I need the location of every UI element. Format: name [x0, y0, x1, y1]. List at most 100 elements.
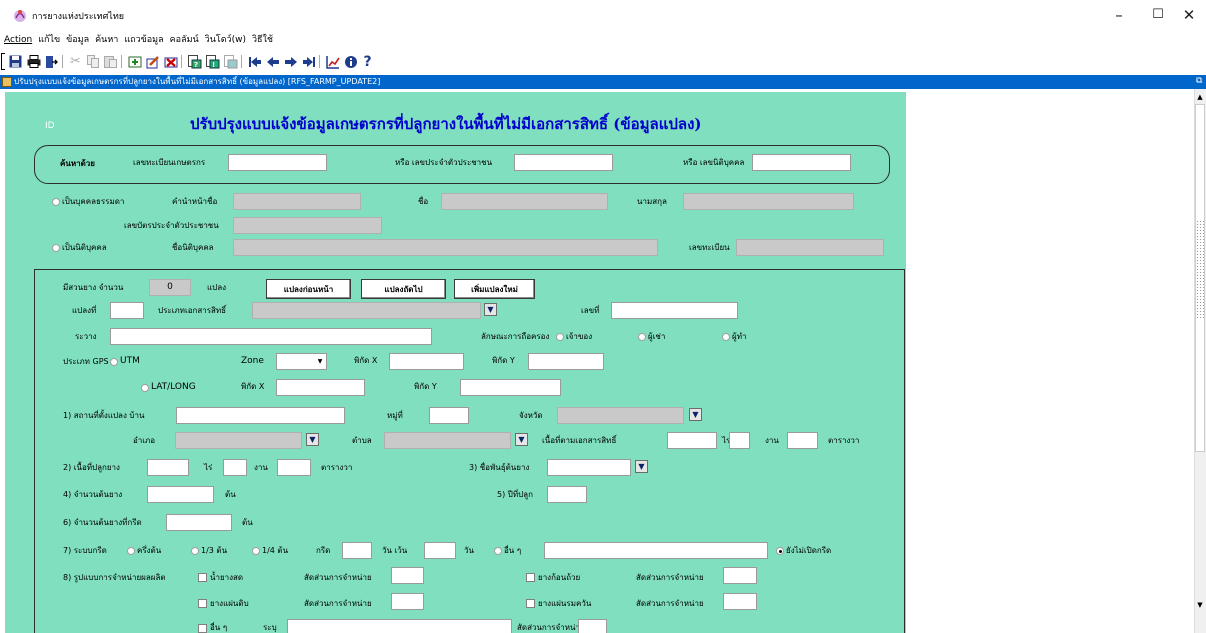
help-icon[interactable]: ?: [359, 53, 376, 70]
district-dropdown-icon[interactable]: ▼: [306, 433, 319, 446]
add-plot-button[interactable]: เพิ่มแปลงใหม่: [454, 279, 535, 299]
tap-days-input[interactable]: [342, 542, 372, 559]
cut-icon[interactable]: ✂: [67, 53, 84, 70]
menu-edit[interactable]: แก้ไข: [35, 32, 63, 48]
prefix-input[interactable]: [233, 193, 361, 210]
planted-ngan-input[interactable]: [223, 459, 247, 476]
district-input[interactable]: [175, 432, 302, 449]
province-input[interactable]: [557, 407, 684, 424]
latex-checkbox[interactable]: [198, 573, 207, 582]
doc-area-rai-input[interactable]: [667, 432, 717, 449]
tree-count-input[interactable]: [147, 486, 214, 503]
firstname-input[interactable]: [441, 193, 608, 210]
info-icon[interactable]: [342, 53, 359, 70]
natural-person-radio[interactable]: [52, 198, 60, 206]
cup-lump-ratio-input[interactable]: [723, 567, 757, 584]
zone-dropdown-icon[interactable]: ▼: [314, 354, 326, 369]
latex-ratio-input[interactable]: [391, 567, 424, 584]
paste-icon[interactable]: [102, 53, 119, 70]
insert-record-icon[interactable]: [126, 53, 143, 70]
previous-plot-button[interactable]: แปลงก่อนหน้า: [266, 279, 351, 299]
edit-record-icon[interactable]: [144, 53, 161, 70]
first-record-icon[interactable]: [246, 53, 263, 70]
save-icon[interactable]: [7, 53, 24, 70]
latlong-y-input[interactable]: [460, 379, 561, 396]
previous-record-icon[interactable]: [264, 53, 281, 70]
variety-input[interactable]: [547, 459, 631, 476]
tenure-operator-radio[interactable]: [722, 333, 730, 341]
chart-icon[interactable]: [324, 53, 341, 70]
next-plot-button[interactable]: แปลงถัดไป: [361, 279, 446, 299]
maximize-button[interactable]: ☐: [1145, 4, 1171, 26]
number-input[interactable]: [611, 302, 738, 319]
planted-sqwa-input[interactable]: [277, 459, 311, 476]
minimize-button[interactable]: –: [1106, 4, 1132, 26]
skip-days-input[interactable]: [424, 542, 456, 559]
exit-icon[interactable]: [43, 53, 60, 70]
doc-type-input[interactable]: [252, 302, 481, 319]
boundary-input[interactable]: [110, 328, 432, 345]
village-input[interactable]: [176, 407, 345, 424]
next-record-icon[interactable]: [282, 53, 299, 70]
scroll-up-icon[interactable]: ▲: [1195, 92, 1205, 102]
planted-rai-input[interactable]: [147, 459, 189, 476]
subdistrict-input[interactable]: [384, 432, 511, 449]
juristic-person-radio[interactable]: [52, 244, 60, 252]
menu-window[interactable]: วินโดว์(w): [202, 32, 249, 48]
other-sale-checkbox[interactable]: [198, 624, 207, 633]
other-sale-ratio-input[interactable]: [578, 619, 607, 633]
smoked-sheet-checkbox[interactable]: [526, 599, 535, 608]
latlong-radio[interactable]: [141, 384, 149, 392]
last-record-icon[interactable]: [300, 53, 317, 70]
lastname-input[interactable]: [683, 193, 854, 210]
menu-record[interactable]: แถวข้อมูล: [121, 32, 166, 48]
doc-area-ngan-input[interactable]: [729, 432, 750, 449]
province-dropdown-icon[interactable]: ▼: [689, 408, 702, 421]
cancel-query-icon[interactable]: [222, 53, 239, 70]
delete-record-icon[interactable]: [162, 53, 179, 70]
copy-icon[interactable]: [85, 53, 102, 70]
juristic-id-input[interactable]: [752, 154, 851, 171]
unsmoked-sheet-checkbox[interactable]: [198, 599, 207, 608]
doc-type-dropdown-icon[interactable]: ▼: [484, 303, 497, 316]
subdistrict-dropdown-icon[interactable]: ▼: [515, 433, 528, 446]
menu-column[interactable]: คอลัมน์: [167, 32, 202, 48]
restore-icon[interactable]: ⧉: [1196, 76, 1206, 87]
not-tapped-radio[interactable]: [776, 547, 784, 555]
juristic-name-input[interactable]: [233, 239, 658, 256]
utm-x-input[interactable]: [389, 353, 464, 370]
plant-year-input[interactable]: [547, 486, 587, 503]
latlong-x-input[interactable]: [276, 379, 365, 396]
menu-data[interactable]: ข้อมูล: [63, 32, 92, 48]
utm-radio[interactable]: [110, 358, 118, 366]
tap-other-input[interactable]: [544, 542, 768, 559]
tenure-renter-radio[interactable]: [638, 333, 646, 341]
citizen-id-input[interactable]: [514, 154, 613, 171]
menu-help[interactable]: วิธีใช้: [249, 32, 276, 48]
query-icon[interactable]: ?: [186, 53, 203, 70]
farmer-reg-input[interactable]: [228, 154, 327, 171]
tap-quarter-radio[interactable]: [252, 547, 260, 555]
menu-search[interactable]: ค้นหา: [92, 32, 121, 48]
cup-lump-checkbox[interactable]: [526, 573, 535, 582]
close-button[interactable]: ✕: [1176, 4, 1202, 26]
scroll-down-icon[interactable]: ▼: [1195, 600, 1205, 610]
menu-action[interactable]: Action: [0, 32, 35, 48]
utm-y-input[interactable]: [528, 353, 604, 370]
tap-half-radio[interactable]: [127, 547, 135, 555]
plot-no-input[interactable]: [110, 302, 144, 319]
reg-no-input[interactable]: [736, 239, 884, 256]
execute-query-icon[interactable]: !: [204, 53, 221, 70]
tapped-trees-input[interactable]: [166, 514, 232, 531]
print-icon[interactable]: [25, 53, 42, 70]
moo-input[interactable]: [429, 407, 469, 424]
tap-other-radio[interactable]: [494, 547, 502, 555]
smoked-ratio-input[interactable]: [723, 593, 757, 610]
tenure-owner-radio[interactable]: [556, 333, 564, 341]
variety-dropdown-icon[interactable]: ▼: [635, 460, 648, 473]
other-sale-specify-input[interactable]: [287, 619, 512, 633]
idcard-input[interactable]: [233, 217, 382, 234]
doc-area-sqwa-input[interactable]: [787, 432, 818, 449]
unsmoked-ratio-input[interactable]: [391, 593, 424, 610]
tap-third-radio[interactable]: [191, 547, 199, 555]
